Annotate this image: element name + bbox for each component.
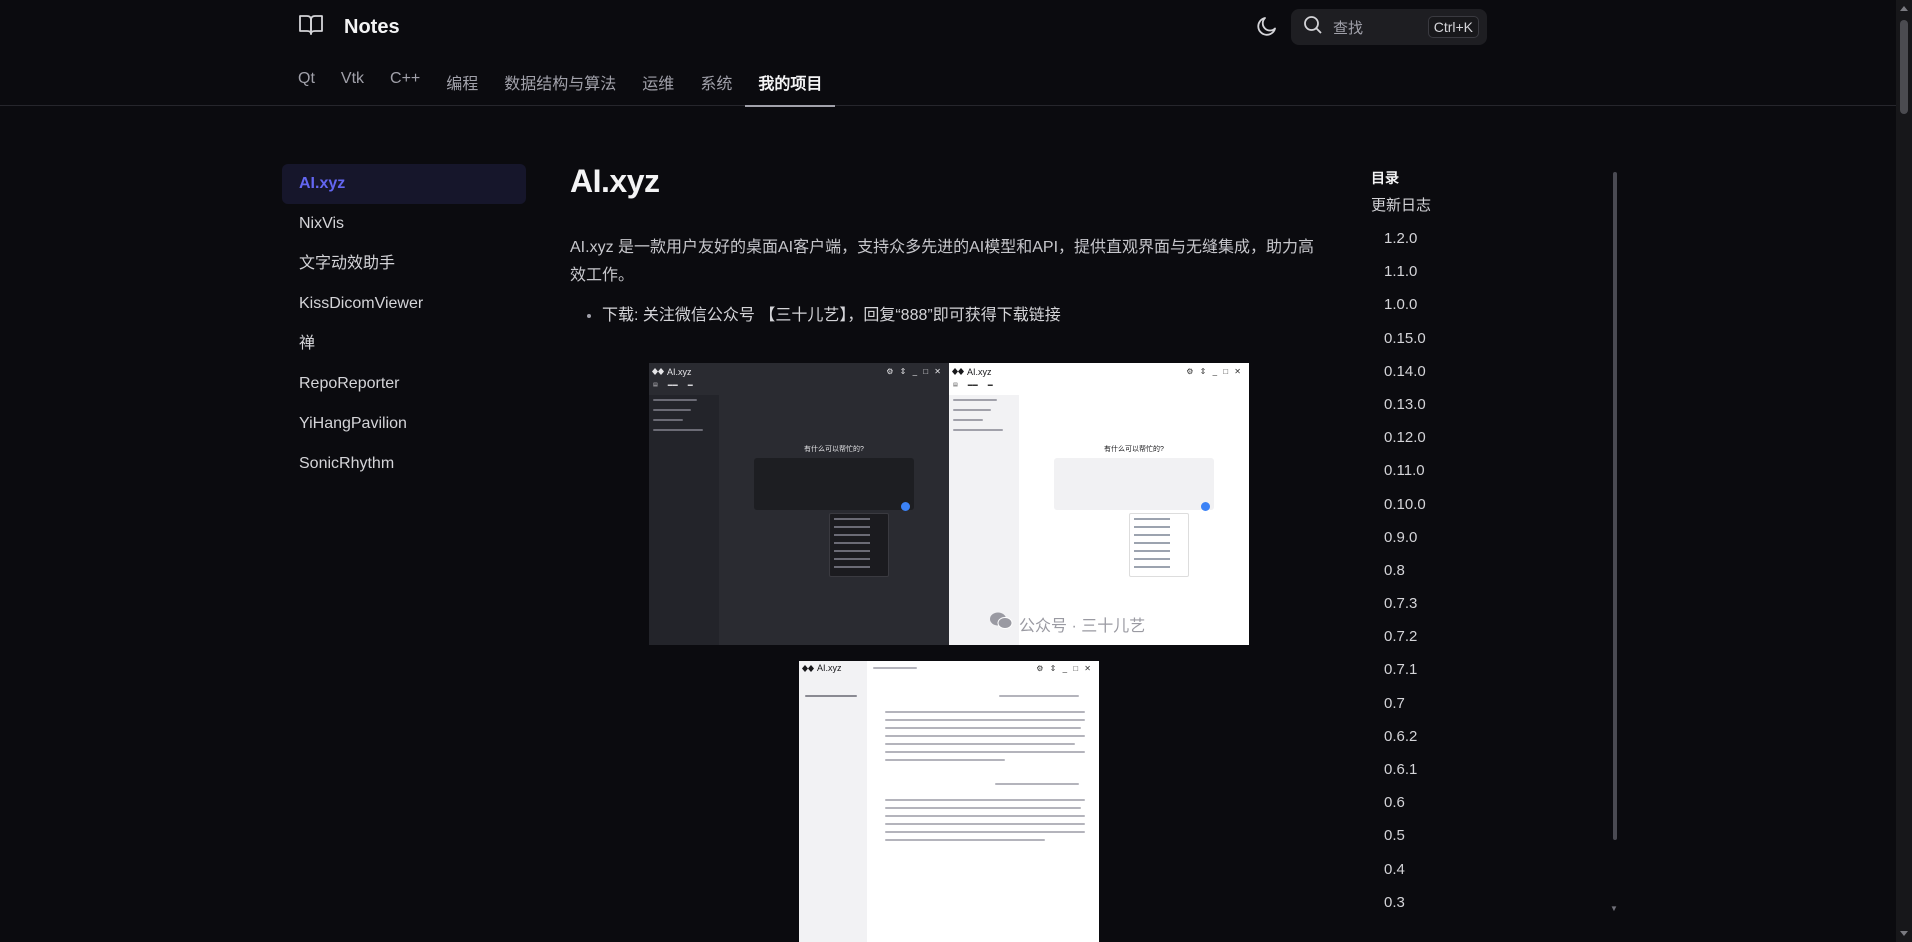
toc-item-version[interactable]: 0.8 — [1371, 554, 1611, 587]
article-bullets: 下载: 关注微信公众号 【三十儿艺】，回复“888”即可获得下载链接 — [570, 302, 1320, 330]
preview-sidebar — [949, 395, 1019, 645]
article-intro: AI.xyz 是一款用户友好的桌面AI客户端，支持众多先进的AI模型和API，提… — [570, 239, 1315, 284]
nav-item-ops[interactable]: 运维 — [629, 62, 687, 106]
search-placeholder: 查找 — [1333, 19, 1364, 37]
app-screenshot-chat: AI.xyz ⚙ ⇕ _ □ ✕ — [799, 661, 1099, 942]
toc-item-version[interactable]: 0.12.0 — [1371, 421, 1611, 454]
sidebar: AI.xyz NixVis 文字动效助手 KissDicomViewer 禅 R… — [282, 164, 526, 484]
watermark-text: 公众号 · 三十儿艺 — [1019, 617, 1146, 635]
preview-input — [1054, 458, 1214, 510]
toc-item-version[interactable]: 0.7.3 — [1371, 587, 1611, 620]
app-logo-icon — [802, 665, 814, 672]
sidebar-item-yihangpavilion[interactable]: YiHangPavilion — [282, 404, 526, 444]
search-icon — [1303, 15, 1323, 40]
preview-question: 有什么可以帮忙的? — [1104, 446, 1164, 453]
preview-sidebar — [649, 395, 719, 645]
toc-item-version[interactable]: 0.15.0 — [1371, 322, 1611, 355]
scroll-down-icon[interactable] — [1900, 931, 1908, 936]
sidebar-item-kissdicomviewer[interactable]: KissDicomViewer — [282, 284, 526, 324]
nav-item-my-projects[interactable]: 我的项目 — [745, 62, 836, 107]
toc-item-version[interactable]: 0.7 — [1371, 687, 1611, 720]
moon-icon — [1255, 17, 1279, 42]
preview-tabs: ▤ ▬▬ ▬ — [653, 382, 693, 388]
nav-item-system[interactable]: 系统 — [687, 62, 745, 106]
light-theme-preview: AI.xyz ⚙ ⇕ _ □ ✕ ▤ ▬▬ ▬ 有什么可以帮忙的? — [949, 363, 1249, 645]
toc-item-version[interactable]: 0.13.0 — [1371, 388, 1611, 421]
chat-preview-app-title: AI.xyz — [817, 663, 842, 673]
page-title: AI.xyz — [570, 163, 660, 199]
nav-item-cpp[interactable]: C++ — [377, 62, 433, 106]
toc-item-version[interactable]: 0.6.1 — [1371, 753, 1611, 786]
toc-scroll-down-icon[interactable]: ▼ — [1610, 904, 1618, 913]
preview-send-icon — [901, 502, 910, 511]
toc-item-version[interactable]: 1.2.0 — [1371, 222, 1611, 255]
chat-preview-sidebar — [799, 661, 867, 942]
scroll-up-icon[interactable] — [1900, 6, 1908, 11]
preview-model-dropdown — [1129, 513, 1189, 577]
brand[interactable]: Notes — [298, 12, 400, 42]
preview-input — [754, 458, 914, 510]
toc-item-version[interactable]: 0.14.0 — [1371, 355, 1611, 388]
toc-scrollbar[interactable] — [1613, 172, 1617, 840]
toc-item-version[interactable]: 0.9.0 — [1371, 521, 1611, 554]
preview-model-dropdown — [829, 513, 889, 577]
nav-item-vtk[interactable]: Vtk — [328, 62, 377, 106]
window-controls-icon: ⚙ ⇕ _ □ ✕ — [1186, 367, 1243, 376]
toc-item-version[interactable]: 0.5 — [1371, 819, 1611, 852]
preview-app-title: AI.xyz — [967, 367, 992, 377]
scrollbar-thumb[interactable] — [1900, 20, 1908, 114]
nav-item-qt[interactable]: Qt — [298, 62, 328, 106]
window-controls-icon: ⚙ ⇕ _ □ ✕ — [1036, 664, 1093, 673]
app-logo-icon — [952, 368, 964, 375]
search-button[interactable]: 查找 Ctrl+K — [1291, 9, 1487, 45]
window-controls-icon: ⚙ ⇕ _ □ ✕ — [886, 367, 943, 376]
toc-item-version[interactable]: 0.4 — [1371, 853, 1611, 886]
sidebar-item-reporeporter[interactable]: RepoReporter — [282, 364, 526, 404]
wechat-watermark: 公众号 · 三十儿艺 — [989, 611, 1145, 636]
toc-item-version[interactable]: 0.3 — [1371, 886, 1611, 919]
app-logo-icon — [652, 368, 664, 375]
top-nav: Qt Vtk C++ 编程 数据结构与算法 运维 系统 我的项目 — [298, 62, 836, 107]
theme-toggle-button[interactable] — [1255, 14, 1279, 38]
sidebar-item-sonicrhythm[interactable]: SonicRhythm — [282, 444, 526, 484]
wechat-icon — [989, 611, 1013, 636]
toc-item-version[interactable]: 0.7.1 — [1371, 653, 1611, 686]
article: AI.xyz AI.xyz 是一款用户友好的桌面AI客户端，支持众多先进的AI模… — [570, 160, 1320, 942]
sidebar-item-text-effects[interactable]: 文字动效助手 — [282, 244, 526, 284]
sidebar-item-nixvis[interactable]: NixVis — [282, 204, 526, 244]
toc-item-changelog[interactable]: 更新日志 — [1371, 190, 1611, 222]
toc-item-version[interactable]: 0.7.2 — [1371, 620, 1611, 653]
preview-app-title: AI.xyz — [667, 367, 692, 377]
download-note: 下载: 关注微信公众号 【三十儿艺】，回复“888”即可获得下载链接 — [602, 302, 1320, 330]
toc-item-version[interactable]: 1.0.0 — [1371, 288, 1611, 321]
table-of-contents: 目录 更新日志 1.2.0 1.1.0 1.0.0 0.15.0 0.14.0 … — [1371, 160, 1611, 919]
toc-item-version[interactable]: 0.6 — [1371, 786, 1611, 819]
toc-title: 目录 — [1371, 170, 1399, 186]
page-scrollbar[interactable] — [1896, 0, 1912, 942]
toc-item-version[interactable]: 0.6.2 — [1371, 720, 1611, 753]
brand-title: Notes — [344, 15, 400, 38]
preview-tabs: ▤ ▬▬ ▬ — [953, 382, 993, 388]
toc-item-version[interactable]: 0.10.0 — [1371, 488, 1611, 521]
toc-item-version[interactable]: 1.1.0 — [1371, 255, 1611, 288]
preview-send-icon — [1201, 502, 1210, 511]
dark-theme-preview: AI.xyz ⚙ ⇕ _ □ ✕ ▤ ▬▬ ▬ 有什么可以帮忙的? — [649, 363, 949, 645]
toc-item-version[interactable]: 0.11.0 — [1371, 454, 1611, 487]
search-shortcut: Ctrl+K — [1427, 16, 1479, 38]
top-header: Notes 查找 Ctrl+K Qt Vtk C++ 编程 数据结构与算法 运维… — [0, 0, 1896, 107]
nav-item-programming[interactable]: 编程 — [433, 62, 491, 106]
nav-item-algorithms[interactable]: 数据结构与算法 — [491, 62, 629, 106]
sidebar-item-zen[interactable]: 禅 — [282, 324, 526, 364]
sidebar-item-ai-xyz[interactable]: AI.xyz — [282, 164, 526, 204]
preview-question: 有什么可以帮忙的? — [804, 446, 864, 453]
app-screenshot-themes: AI.xyz ⚙ ⇕ _ □ ✕ ▤ ▬▬ ▬ 有什么可以帮忙的? AI.xyz ⚙… — [649, 363, 1249, 645]
book-icon — [298, 13, 324, 42]
